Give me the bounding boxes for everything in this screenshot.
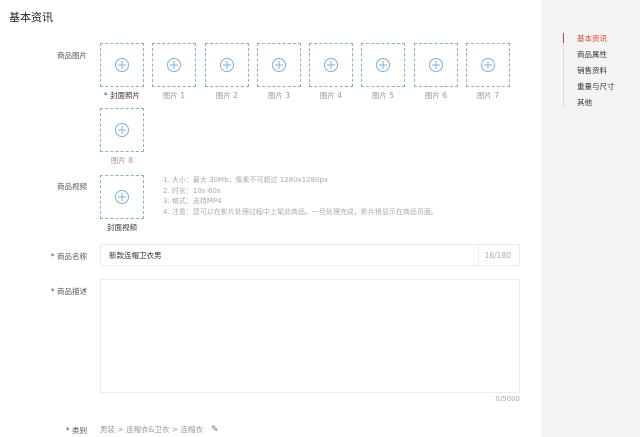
plus-circle-icon <box>376 58 390 72</box>
images-label: 商品图片 <box>7 50 87 61</box>
video-label: 商品视频 <box>7 181 87 192</box>
image-caption: 图片 1 <box>148 90 200 101</box>
image-caption: 图片 7 <box>462 90 514 101</box>
image-caption: 图片 4 <box>305 90 357 101</box>
plus-circle-icon <box>220 58 234 72</box>
note: 4. 注意：您可以在影片处理过程中上架此商品。一旦处理完成，影片将显示在商品页面… <box>163 207 438 218</box>
note: 3. 格式：支持MP4 <box>163 196 438 207</box>
video-notes: 1. 大小：最大 30Mb，像素不可超过 1280x1280px 2. 时长：1… <box>163 175 438 217</box>
nav-track <box>563 34 564 107</box>
name-counter: 16/180 <box>478 245 511 265</box>
plus-circle-icon <box>324 58 338 72</box>
nav-other[interactable]: 其他 <box>577 97 592 108</box>
nav-active-indicator <box>563 33 564 43</box>
image-upload-box[interactable] <box>152 43 196 87</box>
image-upload-box[interactable] <box>361 43 405 87</box>
image-upload-box[interactable] <box>100 108 144 152</box>
product-name-input[interactable]: 新款连帽卫衣男 16/180 <box>100 244 520 266</box>
image-caption: 图片 8 <box>96 155 148 166</box>
image-caption: 封面照片 <box>96 90 148 101</box>
image-upload-box[interactable] <box>205 43 249 87</box>
name-value[interactable]: 新款连帽卫衣男 <box>109 250 162 261</box>
plus-circle-icon <box>167 58 181 72</box>
product-description-textarea[interactable] <box>100 279 520 393</box>
note: 1. 大小：最大 30Mb，像素不可超过 1280x1280px <box>163 175 438 186</box>
nav-basic-info[interactable]: 基本资讯 <box>577 33 607 44</box>
category-path: 男装 > 连帽衣&卫衣 > 连帽衣 <box>100 424 203 435</box>
image-caption: 图片 6 <box>410 90 462 101</box>
plus-circle-icon <box>115 123 129 137</box>
category-label: 类别 <box>7 425 87 436</box>
nav-attributes[interactable]: 商品属性 <box>577 49 607 60</box>
name-label: 商品名称 <box>7 251 87 262</box>
image-caption: 图片 5 <box>357 90 409 101</box>
image-upload-box[interactable] <box>257 43 301 87</box>
note: 2. 时长：10s-60s <box>163 186 438 197</box>
plus-circle-icon <box>115 58 129 72</box>
image-caption: 图片 3 <box>253 90 305 101</box>
image-caption: 图片 2 <box>201 90 253 101</box>
image-upload-box[interactable] <box>100 43 144 87</box>
plus-circle-icon <box>115 190 129 204</box>
plus-circle-icon <box>481 58 495 72</box>
video-upload-box[interactable] <box>100 175 144 219</box>
image-upload-box[interactable] <box>414 43 458 87</box>
desc-counter: 0/5000 <box>470 395 520 403</box>
nav-sales[interactable]: 销售资料 <box>577 65 607 76</box>
nav-weight-size[interactable]: 重量与尺寸 <box>577 81 615 92</box>
plus-circle-icon <box>429 58 443 72</box>
desc-label: 商品描述 <box>7 286 87 297</box>
image-upload-box[interactable] <box>466 43 510 87</box>
video-caption: 封面视频 <box>96 222 148 233</box>
plus-circle-icon <box>272 58 286 72</box>
section-title: 基本资讯 <box>9 9 53 25</box>
image-upload-box[interactable] <box>309 43 353 87</box>
pencil-edit-icon[interactable]: ✎ <box>211 425 219 435</box>
